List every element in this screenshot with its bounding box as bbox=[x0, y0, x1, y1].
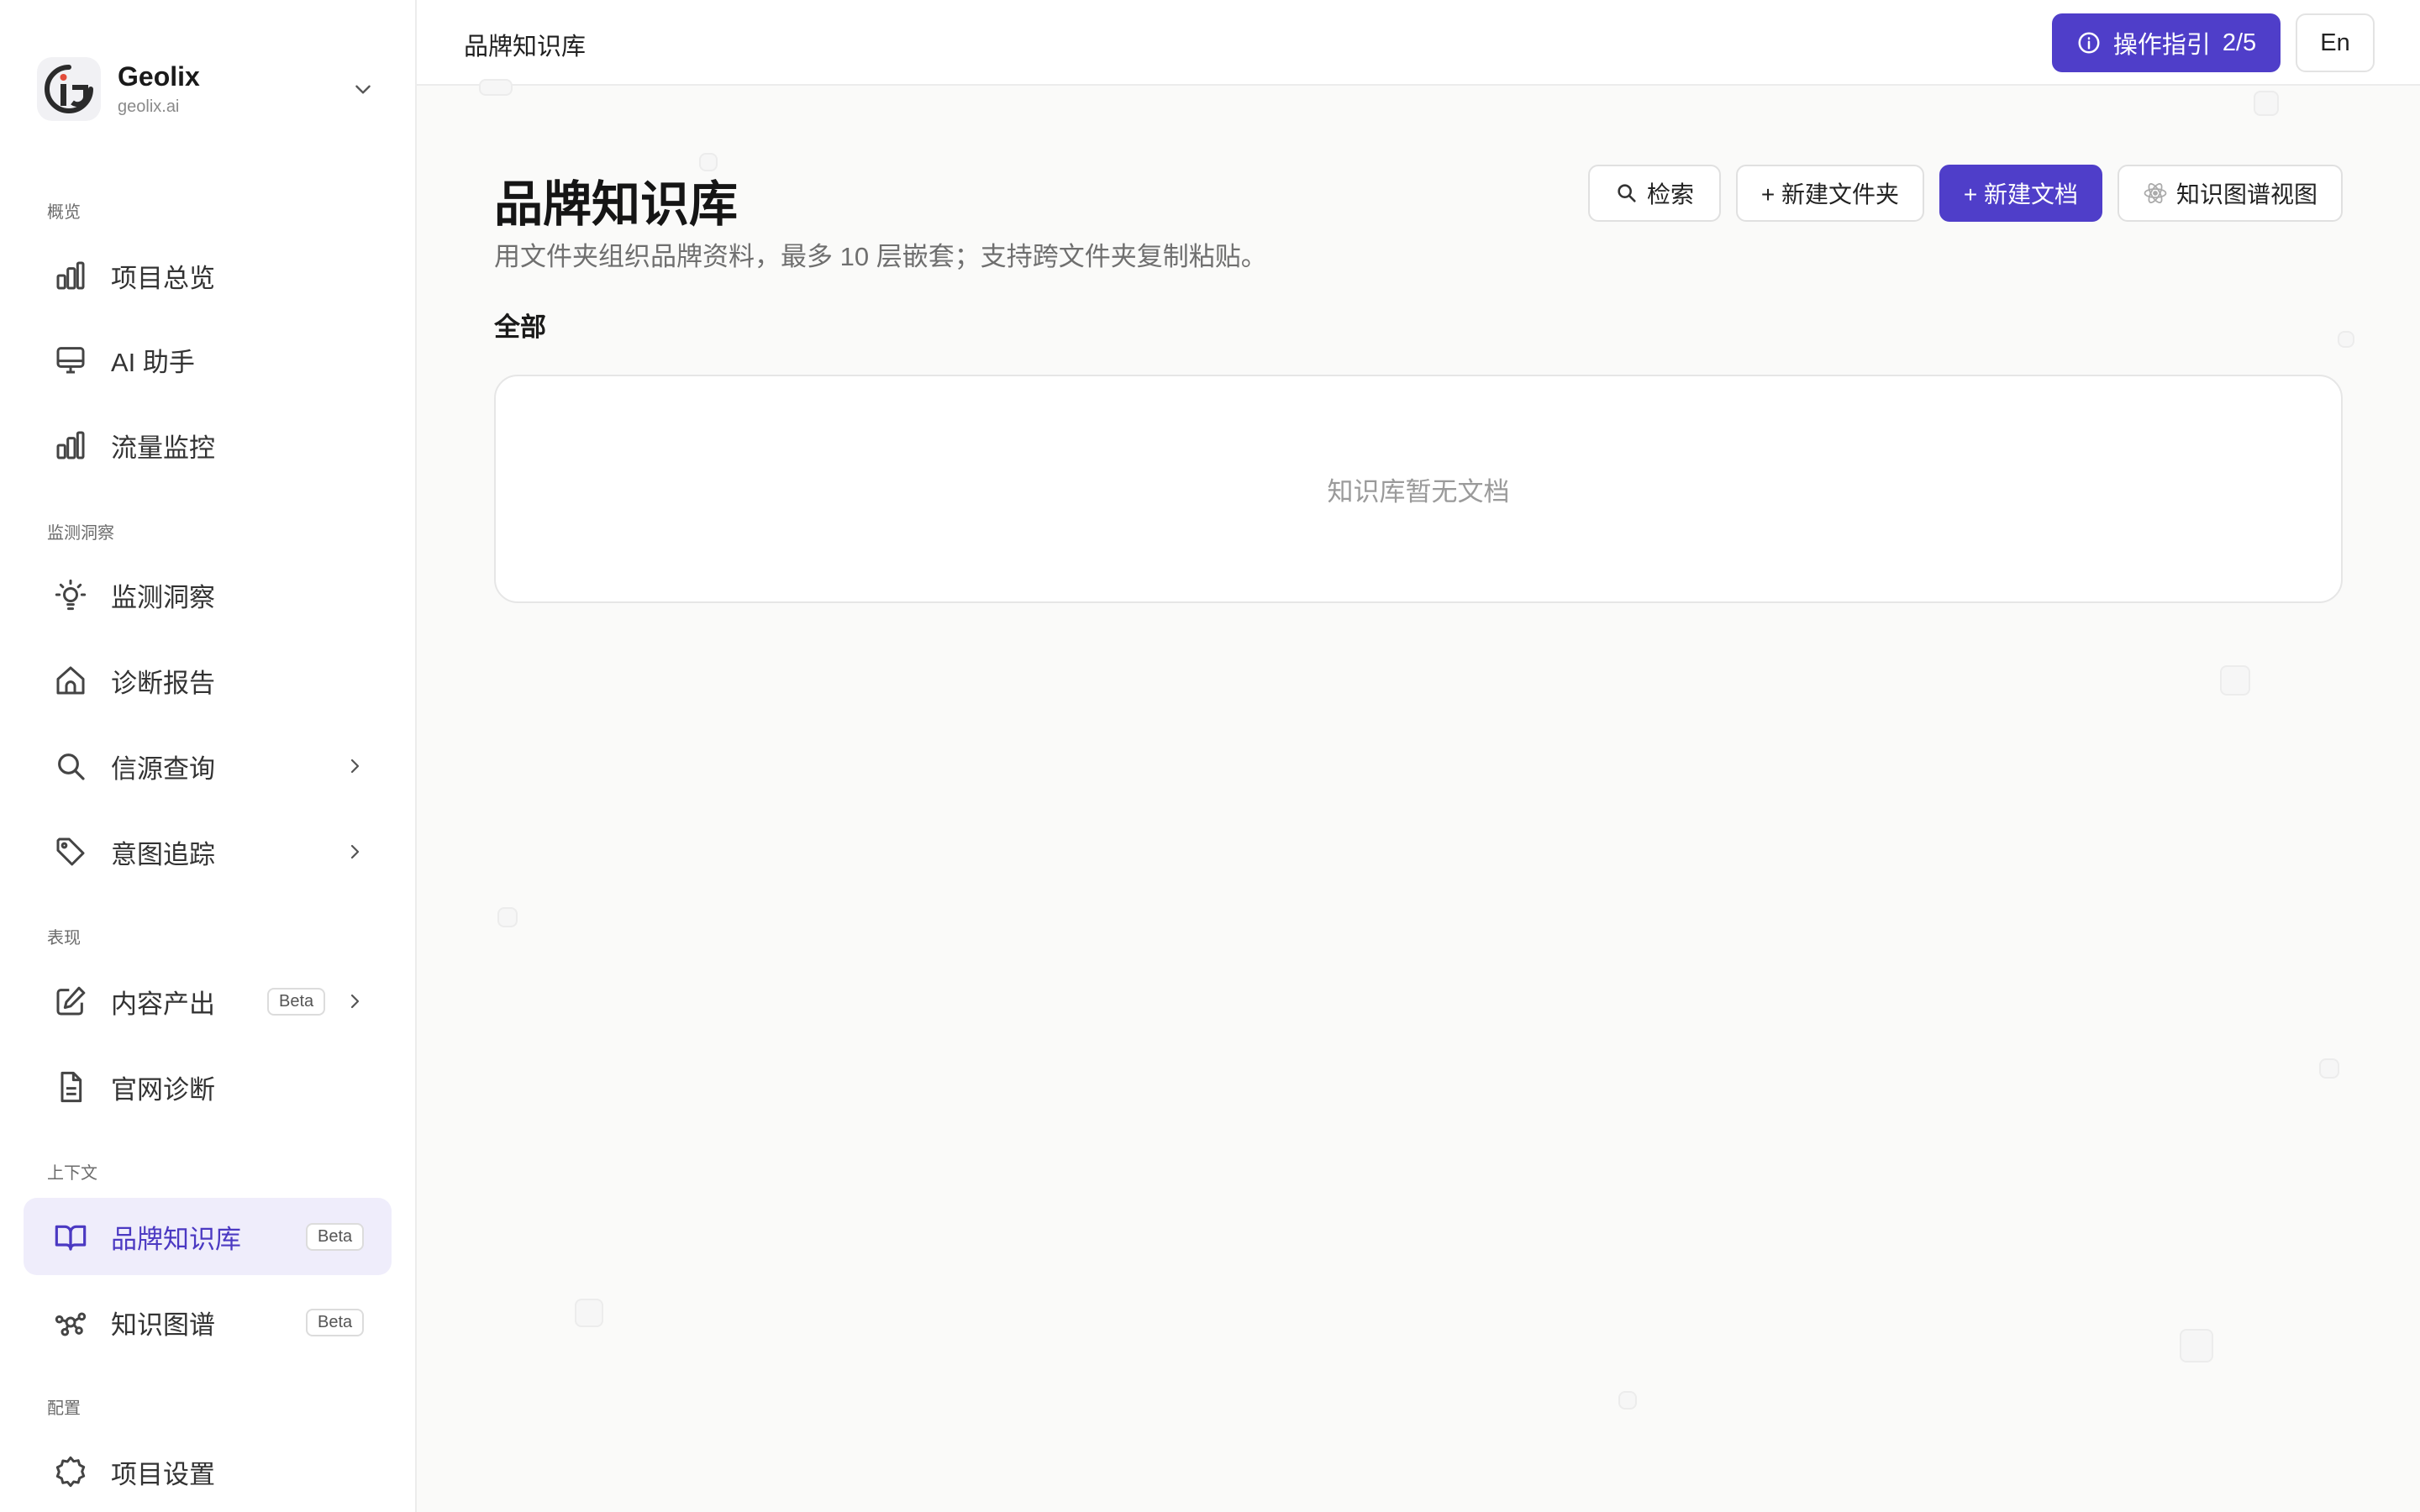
sidebar-item-project-overview[interactable]: 项目总览 bbox=[24, 237, 392, 314]
geolix-logo bbox=[37, 57, 101, 121]
magnifier-icon bbox=[1615, 181, 1639, 205]
sidebar-item-intent-tracking[interactable]: 意图追踪 bbox=[24, 813, 392, 890]
knowledge-graph-view-label: 知识图谱视图 bbox=[2175, 181, 2317, 207]
bar-chart-icon bbox=[52, 427, 89, 464]
search-icon bbox=[52, 748, 89, 785]
file-icon bbox=[52, 1068, 89, 1105]
decor-square bbox=[2254, 91, 2279, 116]
sidebar-item-label: 意图追踪 bbox=[111, 839, 215, 869]
sidebar-item-label: 监测洞察 bbox=[111, 582, 215, 612]
sidebar-item-project-settings[interactable]: 项目设置 bbox=[24, 1433, 392, 1510]
section-title-config: 配置 bbox=[47, 1399, 81, 1418]
decor-square bbox=[2220, 665, 2250, 696]
sidebar-item-knowledge-graph[interactable]: 知识图谱 Beta bbox=[24, 1284, 392, 1361]
search-button-label: 检索 bbox=[1646, 181, 1694, 207]
decor-square bbox=[479, 79, 513, 96]
chevron-down-icon[interactable] bbox=[350, 76, 376, 102]
book-icon bbox=[52, 1218, 89, 1255]
sidebar-item-source-query[interactable]: 信源查询 bbox=[24, 727, 392, 805]
sidebar-item-label: 流量监控 bbox=[111, 433, 215, 463]
sidebar-item-traffic[interactable]: 流量监控 bbox=[24, 407, 392, 484]
sidebar-item-label: 官网诊断 bbox=[111, 1074, 215, 1105]
tag-icon bbox=[52, 833, 89, 870]
decor-square bbox=[497, 907, 518, 927]
sidebar-item-ai-assistant[interactable]: AI 助手 bbox=[24, 321, 392, 398]
new-document-button[interactable]: + 新建文档 bbox=[1939, 165, 2102, 222]
lightbulb-icon bbox=[52, 576, 89, 613]
brand-name: Geolix bbox=[118, 61, 200, 92]
sidebar-item-label: 内容产出 bbox=[111, 989, 215, 1019]
main-content: 品牌知识库 用文件夹组织品牌资料，最多 10 层嵌套；支持跨文件夹复制粘贴。 全… bbox=[417, 79, 2420, 1512]
section-title-performance: 表现 bbox=[47, 929, 81, 948]
language-toggle-button[interactable]: En bbox=[2296, 13, 2375, 72]
sidebar-item-label: 诊断报告 bbox=[111, 668, 215, 698]
sidebar-item-insights[interactable]: 监测洞察 bbox=[24, 556, 392, 633]
decor-square bbox=[2319, 1058, 2339, 1079]
section-all-label: 全部 bbox=[494, 312, 546, 342]
decor-square bbox=[575, 1299, 603, 1327]
page-title: 品牌知识库 bbox=[494, 177, 739, 232]
info-icon bbox=[2076, 30, 2102, 55]
page-description: 用文件夹组织品牌资料，最多 10 层嵌套；支持跨文件夹复制粘贴。 bbox=[494, 242, 1267, 271]
guide-step: 2/5 bbox=[2222, 29, 2257, 56]
search-button[interactable]: 检索 bbox=[1588, 165, 1721, 222]
sidebar-item-label: 品牌知识库 bbox=[111, 1224, 241, 1254]
chevron-right-icon bbox=[343, 840, 366, 864]
topbar: 品牌知识库 操作指引 2/5 En bbox=[417, 0, 2420, 86]
edit-icon bbox=[52, 983, 89, 1020]
monitor-icon bbox=[52, 341, 89, 378]
gear-icon bbox=[52, 1453, 89, 1490]
decor-square bbox=[2338, 331, 2354, 348]
section-title-context: 上下文 bbox=[47, 1164, 97, 1183]
chevron-right-icon bbox=[343, 990, 366, 1013]
empty-state-text: 知识库暂无文档 bbox=[1327, 476, 1510, 507]
sidebar-item-label: 信源查询 bbox=[111, 753, 215, 784]
decor-square bbox=[2180, 1329, 2213, 1362]
project-switcher[interactable]: Geolix geolix.ai bbox=[37, 52, 376, 126]
sidebar-item-brand-knowledge[interactable]: 品牌知识库 Beta bbox=[24, 1198, 392, 1275]
sidebar-item-label: AI 助手 bbox=[111, 347, 195, 377]
bar-chart-icon bbox=[52, 257, 89, 294]
sidebar-item-content-output[interactable]: 内容产出 Beta bbox=[24, 963, 392, 1040]
beta-badge: Beta bbox=[267, 987, 326, 1016]
decor-square bbox=[1618, 1391, 1637, 1410]
sidebar: Geolix geolix.ai 概览 项目总览 AI 助手 流量监控 监测洞察… bbox=[0, 0, 417, 1512]
graph-icon bbox=[52, 1304, 89, 1341]
sidebar-item-label: 项目设置 bbox=[111, 1459, 215, 1489]
atom-icon bbox=[2143, 181, 2168, 206]
empty-state-panel: 知识库暂无文档 bbox=[494, 375, 2343, 603]
new-folder-button[interactable]: + 新建文件夹 bbox=[1736, 165, 1924, 222]
sidebar-item-reports[interactable]: 诊断报告 bbox=[24, 642, 392, 719]
guide-label: 操作指引 bbox=[2112, 32, 2211, 59]
app: Geolix geolix.ai 概览 项目总览 AI 助手 流量监控 监测洞察… bbox=[0, 0, 2420, 1512]
beta-badge: Beta bbox=[306, 1308, 365, 1336]
chevron-right-icon bbox=[343, 754, 366, 778]
section-title-overview: 概览 bbox=[47, 203, 81, 222]
breadcrumb: 品牌知识库 bbox=[464, 34, 587, 60]
beta-badge: Beta bbox=[306, 1222, 365, 1251]
knowledge-graph-view-button[interactable]: 知识图谱视图 bbox=[2118, 165, 2343, 222]
sidebar-item-label: 知识图谱 bbox=[111, 1310, 215, 1340]
brand-domain: geolix.ai bbox=[118, 97, 180, 116]
section-title-monitor: 监测洞察 bbox=[47, 524, 114, 543]
sidebar-item-site-diagnosis[interactable]: 官网诊断 bbox=[24, 1048, 392, 1126]
house-icon bbox=[52, 662, 89, 699]
sidebar-item-label: 项目总览 bbox=[111, 263, 215, 293]
guide-button[interactable]: 操作指引 2/5 bbox=[2052, 13, 2281, 72]
